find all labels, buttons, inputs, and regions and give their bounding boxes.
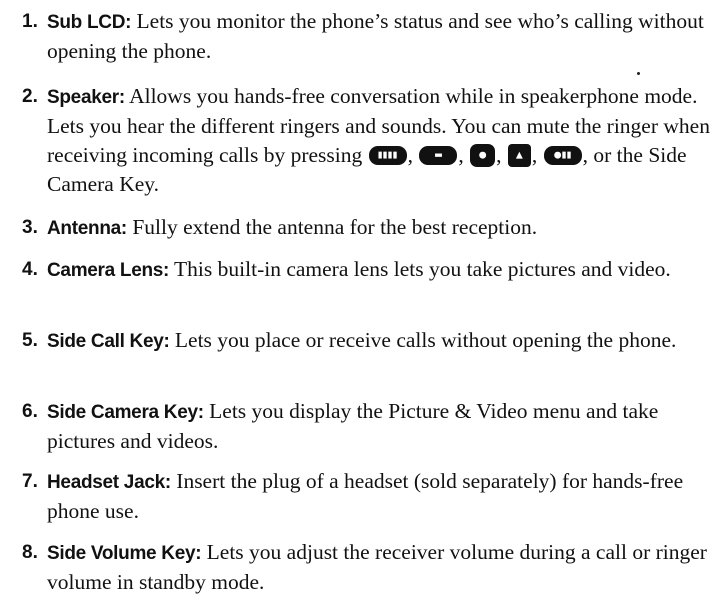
separator: , — [531, 143, 538, 167]
manual-page: 1. Sub LCD: Lets you monitor the phone’s… — [0, 0, 727, 605]
item-term: Side Volume Key: — [47, 543, 202, 564]
item-text: Lets you monitor the phone’s status and … — [47, 9, 704, 63]
item-text: Fully extend the antenna for the best re… — [126, 215, 538, 239]
item-number: 4. — [22, 259, 38, 280]
item-text: This built-in camera lens lets you take … — [169, 257, 671, 281]
list-item-headset-jack: 7. Headset Jack: Insert the plug of a he… — [22, 467, 712, 526]
list-item-antenna: 3. Antenna: Fully extend the antenna for… — [22, 213, 712, 243]
item-term: Headset Jack: — [47, 472, 171, 493]
end-key-icon: ▬ — [419, 146, 458, 165]
list-item-side-volume-key: 8. Side Volume Key: Lets you adjust the … — [22, 538, 712, 597]
list-item-camera-lens: 4. Camera Lens: This built-in camera len… — [22, 255, 712, 285]
list-item-speaker: 2. Speaker: Allows you hands-free conver… — [22, 82, 712, 199]
volume-key-icon: ▮▮▮▮ — [368, 146, 407, 165]
item-term: Antenna: — [47, 218, 127, 239]
list-item-sub-lcd: 1. Sub LCD: Lets you monitor the phone’s… — [22, 7, 712, 66]
item-term: Side Camera Key: — [47, 402, 204, 423]
list-item-side-call-key: 5. Side Call Key: Lets you place or rece… — [22, 326, 712, 356]
item-number: 5. — [22, 330, 38, 351]
separator: , — [458, 143, 464, 167]
list-item-side-camera-key: 6. Side Camera Key: Lets you display the… — [22, 397, 712, 456]
item-text: Lets you place or receive calls without … — [169, 328, 677, 352]
item-number: 6. — [22, 401, 38, 422]
item-number: 1. — [22, 11, 38, 32]
item-number: 7. — [22, 471, 38, 492]
item-number: 8. — [22, 542, 38, 563]
item-term: Sub LCD: — [47, 12, 132, 33]
side-key-icon: ●▮▮ — [543, 146, 582, 165]
stray-dot — [637, 72, 640, 75]
item-term: Camera Lens: — [47, 260, 170, 281]
item-term: Speaker: — [47, 87, 125, 108]
item-number: 3. — [22, 217, 38, 238]
separator: , — [407, 143, 414, 167]
camera-key-icon: ● — [470, 144, 496, 167]
item-number: 2. — [22, 86, 38, 107]
item-term: Side Call Key: — [47, 331, 170, 352]
speaker-key-icon: ▲ — [507, 144, 531, 167]
separator: , — [496, 143, 502, 167]
